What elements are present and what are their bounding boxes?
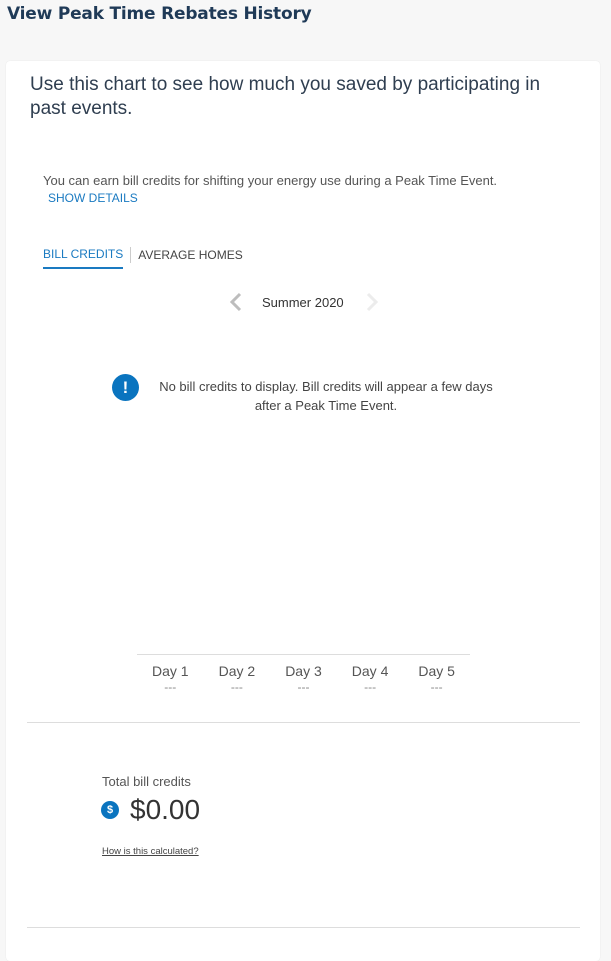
day-column: Day 1 --- xyxy=(137,663,204,694)
how-calculated-link[interactable]: How is this calculated? xyxy=(102,846,199,857)
season-navigator: Summer 2020 xyxy=(224,289,384,315)
day-value: --- xyxy=(164,680,177,694)
day-columns: Day 1 --- Day 2 --- Day 3 --- Day 4 --- … xyxy=(137,663,470,694)
show-details-link[interactable]: SHOW DETAILS xyxy=(48,191,138,205)
day-value: --- xyxy=(230,680,243,694)
day-column: Day 3 --- xyxy=(270,663,337,694)
day-label: Day 5 xyxy=(418,663,455,679)
chart-baseline xyxy=(137,654,470,655)
total-value: $0.00 xyxy=(130,794,201,825)
total-label: Total bill credits xyxy=(102,774,191,789)
notice-text: No bill credits to display. Bill credits… xyxy=(159,379,493,413)
day-column: Day 5 --- xyxy=(403,663,470,694)
tab-separator xyxy=(130,247,132,263)
dollar-icon: $ xyxy=(101,801,119,819)
season-label: Summer 2020 xyxy=(262,295,344,310)
day-column: Day 4 --- xyxy=(337,663,404,694)
day-value: --- xyxy=(297,680,310,694)
day-value: --- xyxy=(430,680,443,694)
day-label: Day 1 xyxy=(152,663,189,679)
section-divider xyxy=(27,722,580,723)
day-column: Day 2 --- xyxy=(204,663,271,694)
no-credits-notice: ! No bill credits to display. Bill credi… xyxy=(112,372,512,416)
rebates-history-card: Use this chart to see how much you saved… xyxy=(6,61,600,961)
intro-text: Use this chart to see how much you saved… xyxy=(30,74,541,119)
total-row: $ $0.00 xyxy=(101,794,200,826)
bottom-divider xyxy=(27,927,580,928)
page-title: View Peak Time Rebates History xyxy=(7,4,312,24)
day-value: --- xyxy=(364,680,377,694)
view-tabs: BILL CREDITS AVERAGE HOMES xyxy=(43,247,243,269)
tab-bill-credits[interactable]: BILL CREDITS xyxy=(43,247,124,269)
chevron-left-icon[interactable] xyxy=(226,292,246,312)
tab-average-homes[interactable]: AVERAGE HOMES xyxy=(138,248,242,268)
day-label: Day 2 xyxy=(218,663,256,679)
exclamation-icon: ! xyxy=(112,374,139,401)
chevron-right-icon[interactable] xyxy=(362,292,382,312)
description-text: You can earn bill credits for shifting y… xyxy=(43,173,498,188)
day-label: Day 4 xyxy=(351,663,389,679)
day-label: Day 3 xyxy=(285,663,322,679)
